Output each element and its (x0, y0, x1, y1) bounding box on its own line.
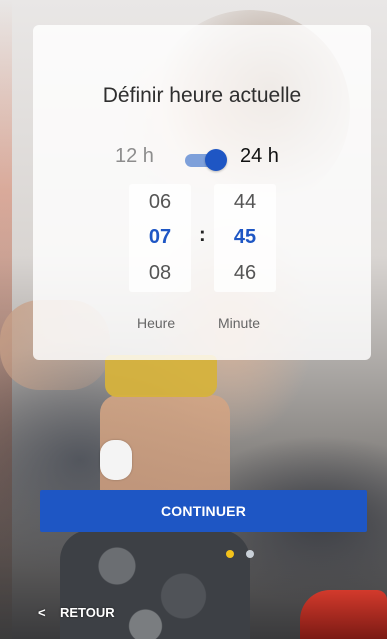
continue-button[interactable]: CONTINUER (40, 490, 367, 532)
hour-selected-value[interactable]: 07 (129, 226, 191, 249)
minute-next-value[interactable]: 46 (214, 262, 276, 285)
hour-prev-value[interactable]: 06 (129, 191, 191, 214)
format-24h-label: 24 h (240, 145, 279, 167)
chevron-left-icon: < (38, 605, 46, 620)
time-settings-card: Définir heure actuelle 12 h 24 h 06 07 0… (33, 25, 371, 360)
page-dot-inactive (246, 550, 254, 558)
screen: Définir heure actuelle 12 h 24 h 06 07 0… (0, 0, 387, 639)
toggle-knob (205, 149, 227, 171)
time-format-row: 12 h 24 h (33, 145, 371, 175)
card-title: Définir heure actuelle (102, 84, 302, 107)
hour-picker[interactable]: 06 07 08 (129, 184, 191, 292)
page-dot-active (226, 550, 234, 558)
back-button-label: RETOUR (60, 605, 115, 620)
hour-next-value[interactable]: 08 (129, 262, 191, 285)
minute-picker-label: Minute (218, 315, 261, 331)
minute-picker[interactable]: 44 45 46 (214, 184, 276, 292)
minute-selected-value[interactable]: 45 (214, 226, 276, 249)
time-format-toggle[interactable] (185, 148, 227, 172)
background-photo-sports-top (105, 355, 217, 397)
minute-prev-value[interactable]: 44 (214, 191, 276, 214)
background-photo-sensor (100, 440, 132, 480)
background-photo-leggings (60, 530, 250, 639)
format-12h-label: 12 h (115, 145, 154, 167)
background-photo-shoe (300, 590, 387, 639)
hour-picker-label: Heure (137, 315, 176, 331)
time-separator: : (199, 224, 206, 246)
